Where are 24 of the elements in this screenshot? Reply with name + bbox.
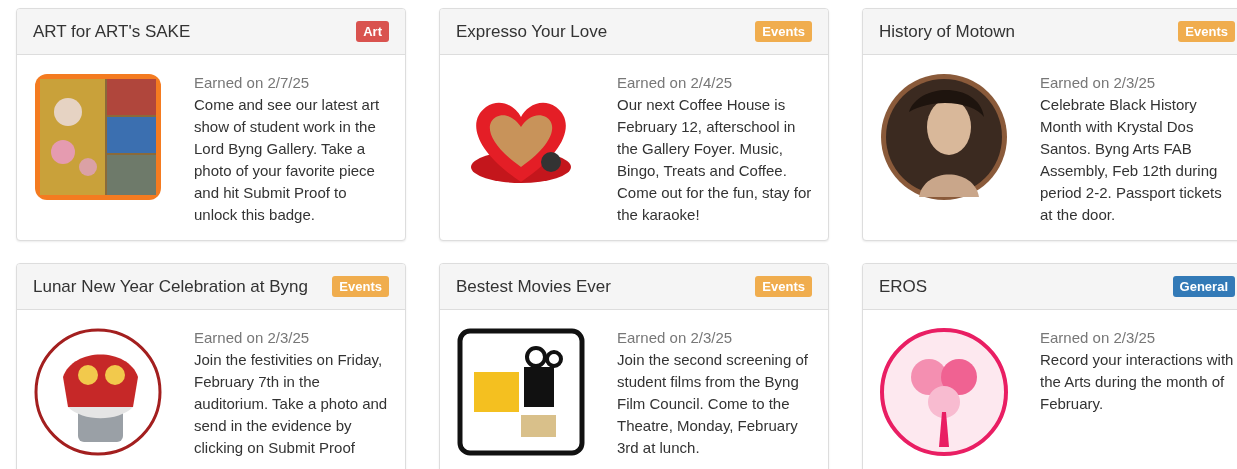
category-label: Events — [332, 276, 389, 297]
earned-date: Earned on 2/3/25 — [194, 328, 311, 348]
badge-title: ART for ART's SAKE — [33, 21, 191, 42]
category-label: Art — [356, 21, 389, 42]
category-label: Events — [755, 21, 812, 42]
badge-description: Record your interactions with the Arts during the month of February. — [1040, 350, 1235, 414]
badge-title: Expresso Your Love — [456, 21, 608, 42]
category-label: General — [1172, 276, 1235, 297]
badge-description: Our next Coffee House is February 12, afterschool in the Gallery Foyer. Music, Bingo, Treats and Coffee. Come out for the fun, stay for the karaoke! — [617, 95, 812, 225]
earned-date: Earned on 2/7/25 — [194, 73, 311, 93]
badge-title: Bestest Movies Ever — [456, 276, 611, 297]
category-label: Events — [755, 276, 812, 297]
earned-date: Earned on 2/4/25 — [617, 73, 734, 93]
earned-date: Earned on 2/3/25 — [1040, 73, 1157, 93]
category-label: Events — [1178, 21, 1235, 42]
badge-title: Lunar New Year Celebration at Byng — [33, 276, 308, 297]
earned-date: Earned on 2/3/25 — [617, 328, 734, 348]
badge-description: Join the festivities on Friday, February 7th in the auditorium. Take a photo and send in the evidence by clicking on Submit Proof — [194, 350, 389, 458]
earned-date: Earned on 2/3/25 — [1040, 328, 1157, 348]
badge-title: EROS — [879, 276, 928, 297]
badge-description: Come and see our latest art show of student work in the Lord Byng Gallery. Take a photo of your favorite piece and hit Submit Proof to unlock this badge. — [194, 95, 381, 225]
badge-title: History of Motown — [879, 21, 1016, 42]
badge-description: Join the second screening of student films from the Byng Film Council. Come to the Theatre, Monday, February 3rd at lunch. — [617, 350, 809, 458]
badge-description: Celebrate Black History Month with Krystal Dos Santos. Byng Arts FAB Assembly, Feb 12th during period 2-2. Passport tickets at the door. — [1040, 95, 1223, 225]
